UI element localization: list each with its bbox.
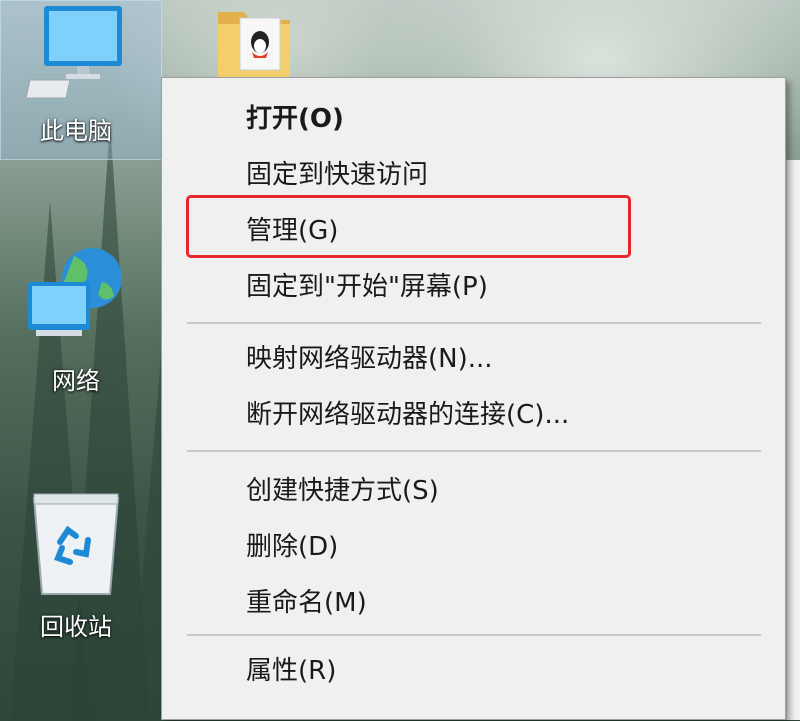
desktop-icon-label: 此电脑 <box>40 117 112 145</box>
context-menu: 打开(O) 固定到快速访问 管理(G) 固定到"开始"屏幕(P) 映射网络驱动器… <box>161 77 786 720</box>
annotation-highlight-box <box>186 195 631 258</box>
desktop-icon-label: 回收站 <box>40 613 112 641</box>
menu-item-label: 打开(O) <box>246 104 344 134</box>
menu-item-open[interactable]: 打开(O) <box>162 96 785 144</box>
menu-item-label: 映射网络驱动器(N)... <box>246 344 493 374</box>
background-window-edge <box>786 160 800 720</box>
computer-icon <box>22 2 130 102</box>
network-icon <box>24 242 132 350</box>
menu-item-disconnect-network-drive[interactable]: 断开网络驱动器的连接(C)... <box>162 392 785 440</box>
desktop-icon-this-pc[interactable]: 此电脑 <box>0 0 162 160</box>
menu-item-label: 删除(D) <box>246 532 339 562</box>
menu-item-label: 断开网络驱动器的连接(C)... <box>246 400 570 430</box>
desktop-icon-label: 网络 <box>52 367 100 395</box>
menu-item-delete[interactable]: 删除(D) <box>162 524 785 572</box>
desktop-icon-recycle-bin[interactable]: 回收站 <box>0 480 162 660</box>
menu-item-pin-start[interactable]: 固定到"开始"屏幕(P) <box>162 264 785 312</box>
menu-item-label: 固定到"开始"屏幕(P) <box>246 272 488 302</box>
menu-item-label: 属性(R) <box>246 656 337 686</box>
menu-item-rename[interactable]: 重命名(M) <box>162 580 785 628</box>
menu-item-map-network-drive[interactable]: 映射网络驱动器(N)... <box>162 336 785 384</box>
menu-item-properties[interactable]: 属性(R) <box>162 648 785 696</box>
menu-separator <box>187 322 761 324</box>
menu-item-label: 创建快捷方式(S) <box>246 476 439 506</box>
desktop-icon-network[interactable]: 网络 <box>0 240 162 410</box>
menu-item-create-shortcut[interactable]: 创建快捷方式(S) <box>162 468 785 516</box>
menu-item-label: 固定到快速访问 <box>246 160 429 190</box>
menu-item-label: 重命名(M) <box>246 588 367 618</box>
menu-separator <box>187 450 761 452</box>
folder-icon[interactable] <box>214 2 294 78</box>
recycle-bin-icon <box>26 490 126 600</box>
menu-item-pin-quick-access[interactable]: 固定到快速访问 <box>162 152 785 200</box>
menu-separator <box>187 634 761 636</box>
